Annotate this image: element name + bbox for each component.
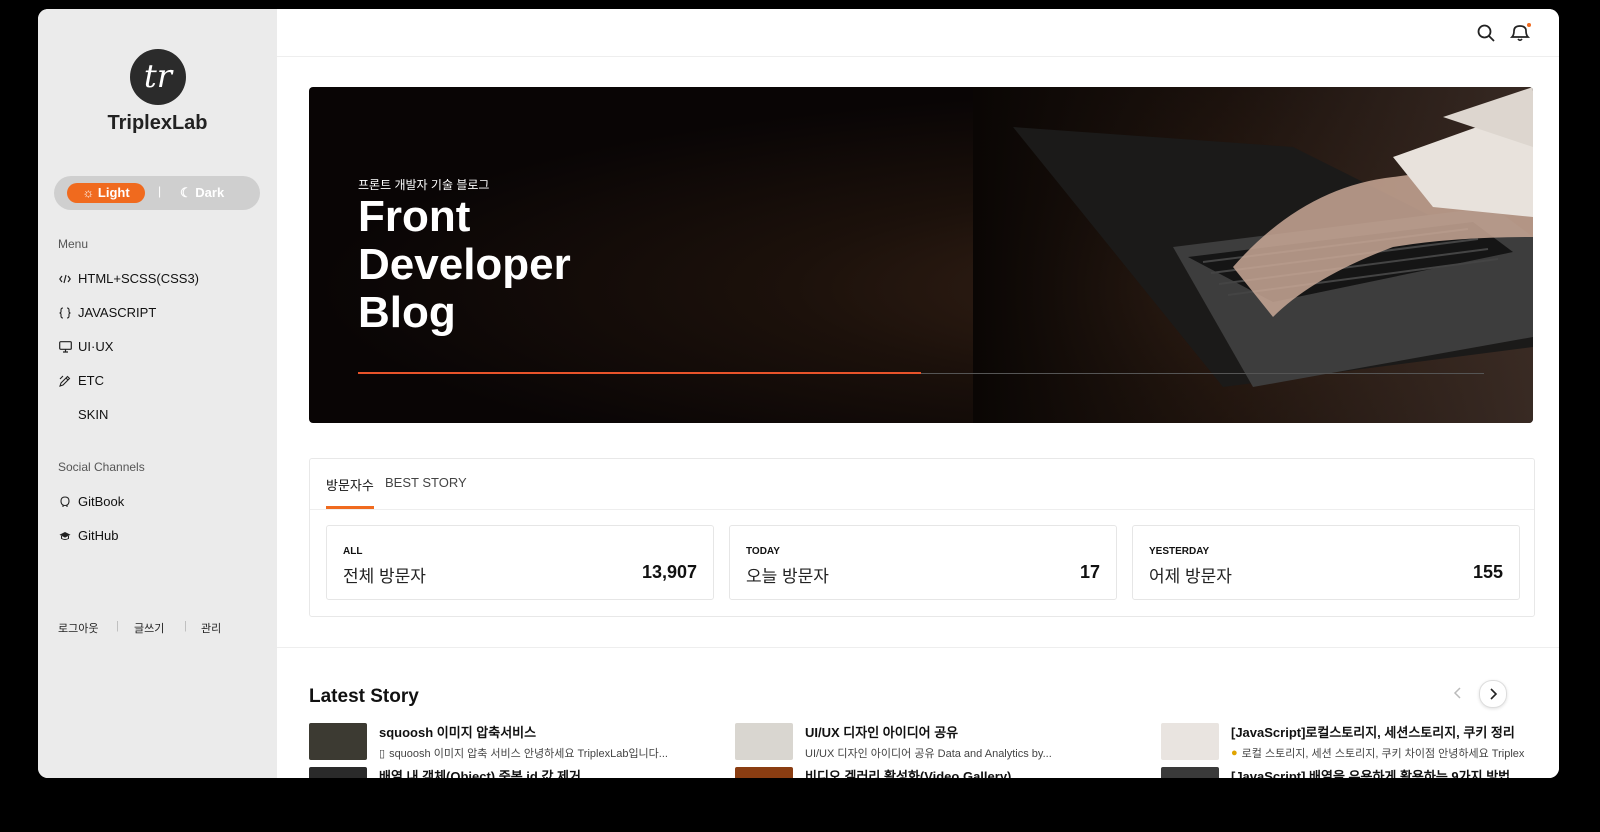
story-card[interactable]: 비디오 겔러리 활성화(Video Gallery) (735, 767, 1135, 778)
tab-active-indicator (326, 506, 374, 509)
stat-today-label: 오늘 방문자 (746, 567, 829, 586)
mode-separator: | (158, 184, 162, 198)
emoji-icon: ● (1231, 747, 1238, 759)
stat-today-value: 17 (1079, 562, 1100, 582)
search-icon[interactable] (1475, 22, 1497, 44)
brand-name[interactable]: TriplexLab (38, 112, 277, 135)
hero-banner: 프론트 개발자 기술 블로그 Front Developer Blog (309, 87, 1533, 423)
prev-arrow-icon[interactable] (1445, 680, 1471, 706)
stat-all: ALL 전체 방문자 13,907 (326, 525, 714, 600)
github-icon (58, 529, 72, 543)
dark-mode-button[interactable]: ☾ Dark (180, 183, 224, 203)
story-title: UI/UX 디자인 아이디어 공유 (805, 725, 959, 740)
document-icon: ▯ (379, 747, 386, 760)
stat-yesterday-value: 155 (1472, 562, 1503, 582)
logout-link[interactable]: 로그아웃 (58, 620, 98, 636)
story-title: 배열 내 객체(Object) 중복 id 값 제거 (379, 769, 581, 778)
story-title: [JavaScript] 배열을 유용하게 활용하는 9가지 방법 (1231, 769, 1511, 778)
social-heading: Social Channels (58, 460, 145, 474)
hero-subtitle: 프론트 개발자 기술 블로그 (358, 178, 490, 192)
sidebar-item-uiux[interactable]: UI·UX (58, 339, 113, 354)
story-thumbnail (735, 723, 793, 760)
main-content: 프론트 개발자 기술 블로그 Front Developer Blog 방문자수… (277, 9, 1559, 778)
sidebar-item-etc[interactable]: ETC (58, 373, 104, 388)
tab-best-story[interactable]: BEST STORY (385, 475, 467, 490)
story-title: squoosh 이미지 압축서비스 (379, 725, 537, 740)
pencil-icon (58, 374, 72, 388)
stat-all-tag: ALL (343, 546, 363, 557)
notification-badge (1527, 23, 1531, 27)
story-title: [JavaScript]로컬스토리지, 세션스토리지, 쿠키 정리 (1231, 725, 1515, 740)
tab-visitors[interactable]: 방문자수 (326, 475, 374, 494)
sidebar-item-javascript[interactable]: JAVASCRIPT (58, 305, 156, 320)
sidebar: tr TriplexLab ☼ Light | ☾ Dark Menu HTML… (38, 9, 277, 778)
monitor-icon (58, 340, 72, 354)
latest-story-heading: Latest Story (309, 686, 419, 707)
hero-title: Front Developer Blog (358, 192, 571, 337)
sidebar-item-gitbook[interactable]: GitBook (58, 494, 124, 509)
story-card[interactable]: UI/UX 디자인 아이디어 공유 UI/UX 디자인 아이디어 공유 Data… (735, 723, 1135, 761)
theme-toggle: ☼ Light | ☾ Dark (54, 176, 260, 210)
story-desc: ▯ squoosh 이미지 압축 서비스 안녕하세요 TriplexLab입니다.… (379, 747, 668, 761)
next-arrow-icon[interactable] (1479, 680, 1507, 708)
browser-window: tr TriplexLab ☼ Light | ☾ Dark Menu HTML… (38, 9, 1559, 778)
sidebar-item-github[interactable]: GitHub (58, 528, 118, 543)
story-thumbnail (1161, 767, 1219, 778)
stat-today-tag: TODAY (746, 546, 780, 557)
light-mode-button[interactable]: ☼ Light (67, 183, 145, 203)
logo[interactable]: tr (130, 49, 186, 105)
stat-yesterday-label: 어제 방문자 (1149, 567, 1232, 586)
braces-icon (58, 306, 72, 320)
story-thumbnail (309, 723, 367, 760)
sun-icon: ☼ (82, 185, 95, 200)
write-link[interactable]: 글쓰기 (134, 620, 164, 636)
stats-tabs: 방문자수 BEST STORY (310, 459, 1534, 510)
story-thumbnail (735, 767, 793, 778)
stat-yesterday-tag: YESTERDAY (1149, 546, 1210, 557)
story-card[interactable]: squoosh 이미지 압축서비스 ▯ squoosh 이미지 압축 서비스 안녕… (309, 723, 709, 761)
story-card[interactable]: [JavaScript]로컬스토리지, 세션스토리지, 쿠키 정리 ● 로컬 스토… (1161, 723, 1551, 761)
stat-today: TODAY 오늘 방문자 17 (729, 525, 1117, 600)
story-title: 비디오 겔러리 활성화(Video Gallery) (805, 769, 1012, 778)
top-bar (277, 9, 1559, 57)
moon-icon: ☾ (180, 185, 192, 200)
gitbook-icon (58, 495, 72, 509)
stat-yesterday: YESTERDAY 어제 방문자 155 (1132, 525, 1520, 600)
stat-all-label: 전체 방문자 (343, 567, 426, 586)
sidebar-item-skin[interactable]: SKIN (58, 407, 108, 422)
notification-icon[interactable] (1509, 22, 1531, 44)
visitor-stats-card: 방문자수 BEST STORY ALL 전체 방문자 13,907 TODAY … (309, 458, 1535, 617)
menu-heading: Menu (58, 237, 89, 251)
section-divider (277, 647, 1559, 648)
story-desc: ● 로컬 스토리지, 세션 스토리지, 쿠키 차이점 안녕하세요 Triplex (1231, 747, 1525, 760)
story-card[interactable]: 배열 내 객체(Object) 중복 id 값 제거 (309, 767, 709, 778)
code-icon (58, 272, 72, 286)
sidebar-item-html[interactable]: HTML+SCSS(CSS3) (58, 271, 199, 286)
story-desc: UI/UX 디자인 아이디어 공유 Data and Analytics by.… (805, 748, 1052, 760)
story-thumbnail (309, 767, 367, 778)
stat-all-value: 13,907 (641, 562, 697, 582)
story-card[interactable]: [JavaScript] 배열을 유용하게 활용하는 9가지 방법 (1161, 767, 1551, 778)
hero-progress-fill (358, 372, 921, 374)
manage-link[interactable]: 관리 (201, 620, 221, 636)
story-thumbnail (1161, 723, 1219, 760)
